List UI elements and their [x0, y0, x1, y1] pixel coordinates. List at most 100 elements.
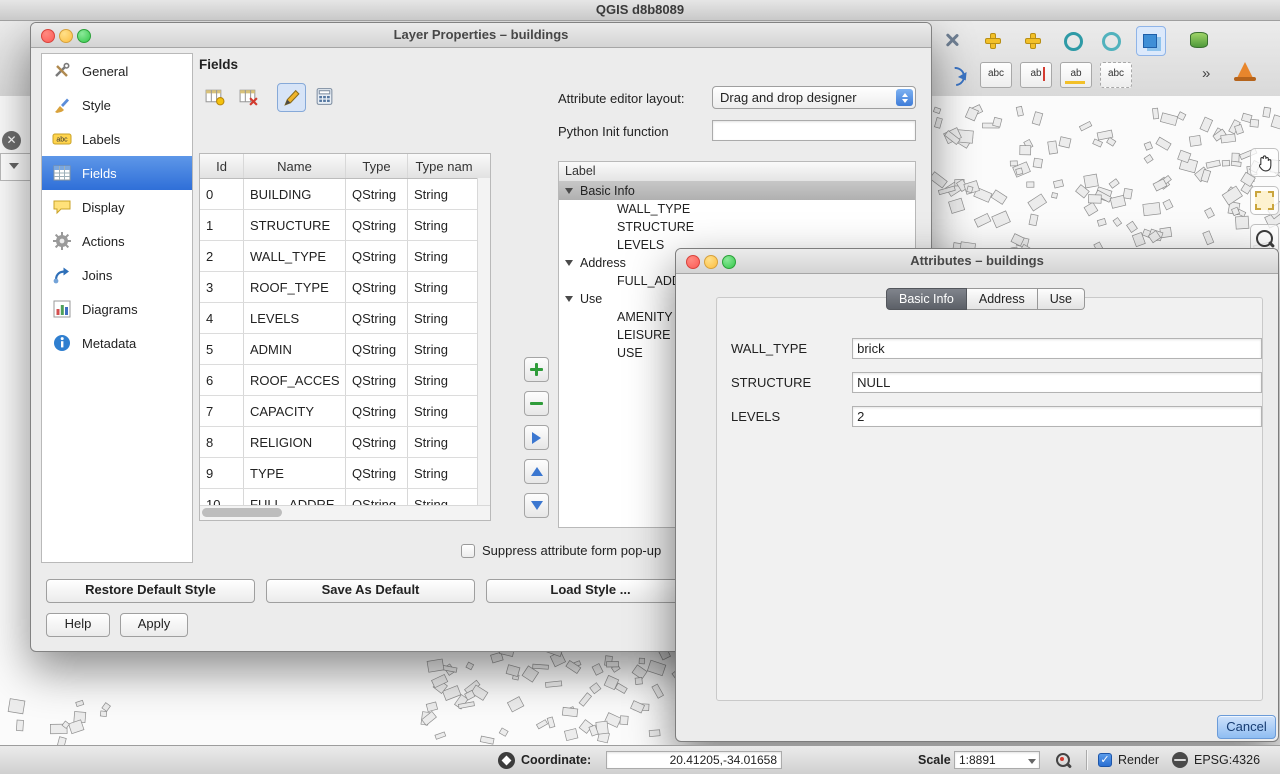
- help-button[interactable]: Help: [46, 613, 110, 637]
- close-panel-icon[interactable]: ✕: [2, 131, 21, 150]
- fields-table: Id Name Type Type nam 0 BUILDING QString…: [199, 153, 491, 521]
- annotation-tool-button[interactable]: [1250, 186, 1279, 215]
- load-style-button[interactable]: Load Style ...: [486, 579, 695, 603]
- expand-triangle-icon[interactable]: [565, 188, 575, 194]
- coordinate-capture-icon[interactable]: [498, 752, 515, 769]
- sidebar-item-display[interactable]: Display: [42, 190, 192, 224]
- redo-button[interactable]: [942, 62, 966, 86]
- attribute-input[interactable]: [852, 338, 1262, 359]
- field-row[interactable]: 0 BUILDING QString String: [200, 179, 490, 210]
- wrench-icon: [52, 61, 72, 81]
- toggle-editing-button[interactable]: [277, 83, 306, 112]
- tab[interactable]: Use: [1038, 288, 1085, 310]
- field-row[interactable]: 5 ADMIN QString String: [200, 334, 490, 365]
- sidebar-item-general[interactable]: General: [42, 54, 192, 88]
- add-field-button[interactable]: [524, 425, 549, 450]
- attribute-editor-layout-select[interactable]: Drag and drop designer: [712, 86, 916, 109]
- apply-button[interactable]: Apply: [120, 613, 188, 637]
- suppress-form-row: Suppress attribute form pop-up: [461, 543, 661, 558]
- suppress-checkbox[interactable]: [461, 544, 475, 558]
- render-checkbox[interactable]: ✓: [1098, 753, 1112, 767]
- field-row[interactable]: 2 WALL_TYPE QString String: [200, 241, 490, 272]
- toolbar-icon[interactable]: [938, 26, 966, 54]
- table-delete-icon: [238, 86, 259, 107]
- label-tool-icon[interactable]: ab: [1020, 62, 1052, 88]
- sidebar-item-actions[interactable]: Actions: [42, 224, 192, 258]
- sidebar-item-diagrams[interactable]: Diagrams: [42, 292, 192, 326]
- tree-item[interactable]: WALL_TYPE: [559, 200, 915, 218]
- field-row[interactable]: 4 LEVELS QString String: [200, 303, 490, 334]
- scale-input[interactable]: 1:8891: [954, 751, 1040, 769]
- field-row[interactable]: 6 ROOF_ACCES QString String: [200, 365, 490, 396]
- attribute-input[interactable]: [852, 406, 1262, 427]
- toolbar-icon[interactable]: [978, 26, 1006, 54]
- close-window-button[interactable]: [41, 29, 55, 43]
- toolbar-icon[interactable]: [1096, 26, 1124, 54]
- vertical-scrollbar[interactable]: [477, 178, 490, 506]
- column-header-type-name[interactable]: Type nam: [408, 154, 480, 178]
- field-row[interactable]: 8 RELIGION QString String: [200, 427, 490, 458]
- zoom-window-button[interactable]: [722, 255, 736, 269]
- paintbrush-icon: [52, 95, 72, 115]
- dialog-title: Layer Properties – buildings: [394, 27, 569, 42]
- toolbar-icon[interactable]: [1018, 26, 1046, 54]
- column-header-id[interactable]: Id: [200, 154, 244, 178]
- toolbar-icon[interactable]: [1136, 26, 1166, 56]
- save-as-default-button[interactable]: Save As Default: [266, 579, 475, 603]
- fields-table-header[interactable]: Id Name Type Type nam: [200, 154, 490, 179]
- layer-properties-titlebar[interactable]: Layer Properties – buildings: [31, 23, 931, 48]
- attributes-titlebar[interactable]: Attributes – buildings: [676, 249, 1278, 274]
- tab[interactable]: Address: [967, 288, 1038, 310]
- attribute-input[interactable]: [852, 372, 1262, 393]
- sidebar-item-joins[interactable]: Joins: [42, 258, 192, 292]
- column-header-type[interactable]: Type: [346, 154, 408, 178]
- sidebar-item-labels[interactable]: abc Labels: [42, 122, 192, 156]
- fields-table-body: 0 BUILDING QString String 1 STRUCTURE QS…: [200, 179, 490, 520]
- minimize-window-button[interactable]: [704, 255, 718, 269]
- scale-magnifier-icon[interactable]: [1056, 753, 1070, 767]
- scale-dropdown-icon[interactable]: [1028, 759, 1036, 764]
- remove-item-button[interactable]: [524, 391, 549, 416]
- label-tool-icon[interactable]: abc: [980, 62, 1012, 88]
- tree-item[interactable]: STRUCTURE: [559, 218, 915, 236]
- toolbar-overflow-chevron[interactable]: »: [1202, 62, 1210, 86]
- sidebar-item-style[interactable]: Style: [42, 88, 192, 122]
- label-tool-icon[interactable]: abc: [1100, 62, 1132, 88]
- horizontal-scrollbar[interactable]: [200, 505, 490, 520]
- crs-status-icon[interactable]: [1172, 752, 1188, 768]
- cancel-button[interactable]: Cancel: [1217, 715, 1276, 739]
- column-header-name[interactable]: Name: [244, 154, 346, 178]
- python-init-input[interactable]: [712, 120, 916, 141]
- move-up-button[interactable]: [524, 459, 549, 484]
- coordinate-input[interactable]: [606, 751, 782, 769]
- zoom-window-button[interactable]: [77, 29, 91, 43]
- label-tool-icon[interactable]: ab: [1060, 62, 1092, 88]
- scrollbar-thumb[interactable]: [202, 508, 282, 517]
- close-window-button[interactable]: [686, 255, 700, 269]
- expand-triangle-icon[interactable]: [565, 260, 575, 266]
- tree-item[interactable]: Basic Info: [559, 182, 915, 200]
- pan-hand-button[interactable]: [1250, 148, 1279, 177]
- move-down-button[interactable]: [524, 493, 549, 518]
- toolbar-icon[interactable]: [1058, 26, 1086, 54]
- field-row[interactable]: 7 CAPACITY QString String: [200, 396, 490, 427]
- tree-header-label[interactable]: Label: [559, 162, 915, 182]
- sidebar-item-fields[interactable]: Fields: [42, 156, 192, 190]
- sidebar-item-metadata[interactable]: Metadata: [42, 326, 192, 360]
- field-row[interactable]: 1 STRUCTURE QString String: [200, 210, 490, 241]
- tab[interactable]: Basic Info: [886, 288, 967, 310]
- add-container-button[interactable]: [524, 357, 549, 382]
- attribute-editor-layout-label: Attribute editor layout:: [558, 91, 684, 106]
- minimize-window-button[interactable]: [59, 29, 73, 43]
- add-icon: [1025, 33, 1039, 47]
- hand-icon: [1255, 153, 1275, 173]
- field-calculator-button[interactable]: [311, 83, 338, 110]
- toolbar-icon[interactable]: [1184, 26, 1212, 54]
- field-row[interactable]: 9 TYPE QString String: [200, 458, 490, 489]
- field-row[interactable]: 3 ROOF_TYPE QString String: [200, 272, 490, 303]
- delete-column-button[interactable]: [235, 83, 262, 110]
- cone-icon[interactable]: [1236, 60, 1258, 84]
- restore-default-style-button[interactable]: Restore Default Style: [46, 579, 255, 603]
- expand-triangle-icon[interactable]: [565, 296, 575, 302]
- new-column-button[interactable]: [201, 83, 228, 110]
